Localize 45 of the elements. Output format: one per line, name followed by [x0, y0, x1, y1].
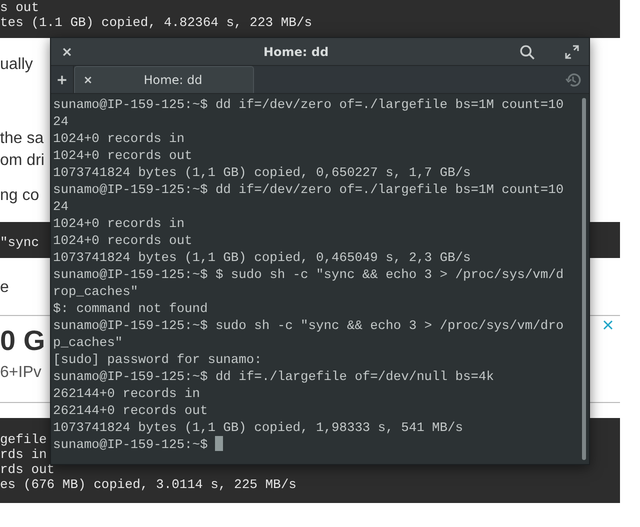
code-line: s out [0, 0, 40, 15]
search-icon[interactable] [519, 44, 535, 60]
terminal-line: 262144+0 records out [53, 402, 208, 419]
close-icon[interactable] [61, 46, 73, 58]
terminal-line: p_caches" [53, 334, 123, 351]
terminal-line: sunamo@IP-159-125:~$ dd if=./largefile of=/dev/null bs=4k [53, 368, 494, 385]
code-line: tes (1.1 GB) copied, 4.82364 s, 223 MB/s [0, 15, 312, 30]
paragraph-text: the sa [0, 129, 44, 149]
code-line: rds in [0, 447, 47, 462]
terminal-line: 1024+0 records in [53, 215, 185, 232]
terminal-line: sunamo@IP-159-125:~$ [53, 436, 224, 453]
terminal-line: 24 [53, 113, 68, 130]
paragraph-text: e [0, 278, 9, 298]
terminal-line: [sudo] password for sunamo: [53, 351, 262, 368]
history-icon[interactable] [565, 72, 581, 88]
terminal-line: sunamo@IP-159-125:~$ dd if=/dev/zero of=./largefile bs=1M count=10 [53, 96, 564, 113]
paragraph-text: ually [0, 55, 33, 75]
ad-subline: 6+IPv [0, 363, 42, 383]
terminal-line: 1024+0 records out [53, 232, 192, 249]
terminal-line: 1024+0 records out [53, 147, 192, 164]
terminal-line: 1073741824 bytes (1,1 GB) copied, 0,465049 s, 2,3 GB/s [53, 249, 471, 266]
terminal-line: 262144+0 records in [53, 385, 200, 402]
text-cursor [215, 436, 224, 451]
terminal-line: sunamo@IP-159-125:~$ dd if=/dev/zero of=./largefile bs=1M count=10 [53, 181, 564, 198]
code-line: es (676 MB) copied, 3.0114 s, 225 MB/s [0, 477, 296, 492]
scrollbar[interactable] [582, 98, 586, 460]
plus-icon[interactable] [56, 74, 68, 86]
terminal-line: sunamo@IP-159-125:~$ $ sudo sh -c "sync && echo 3 > /proc/sys/vm/d [53, 266, 564, 283]
window-title: Home: dd [262, 44, 330, 58]
code-line: "sync [0, 235, 40, 250]
paragraph-text: om dri [0, 151, 44, 171]
paragraph-text: ng co [0, 186, 40, 206]
terminal-line: 1073741824 bytes (1,1 GB) copied, 1,98333 s, 541 MB/s [53, 419, 463, 436]
terminal-line: 1024+0 records in [53, 130, 185, 147]
terminal-line: $: command not found [53, 300, 208, 317]
terminal-line: 1073741824 bytes (1,1 GB) copied, 0,650227 s, 1,7 GB/s [53, 164, 471, 181]
code-line: gefile [0, 432, 47, 447]
maximize-icon[interactable] [565, 44, 579, 58]
terminal-tab[interactable]: Home: dd [74, 66, 254, 93]
close-icon[interactable] [83, 75, 93, 85]
terminal-line: sunamo@IP-159-125:~$ sudo sh -c "sync && echo 3 > /proc/sys/vm/dro [53, 317, 564, 334]
ad-headline: 0 G [0, 324, 46, 358]
code-line: rds out [0, 462, 55, 477]
terminal-line: rop_caches" [53, 283, 138, 300]
terminal-line: 24 [53, 198, 68, 215]
